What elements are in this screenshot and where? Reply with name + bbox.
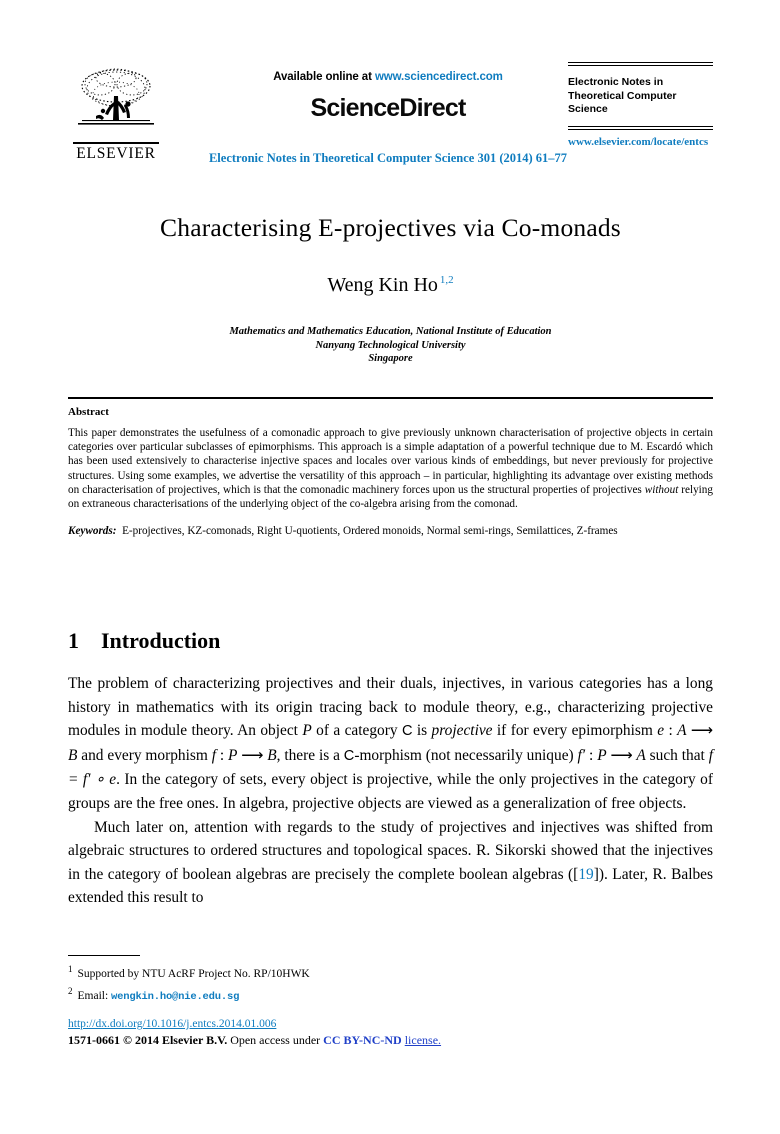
abstract-text: This paper demonstrates the usefulness o… xyxy=(68,426,713,511)
body-content: The problem of characterizing projective… xyxy=(68,672,713,910)
section-number: 1 xyxy=(68,628,79,653)
footnote-2: 2 Email: wengkin.ho@nie.edu.sg xyxy=(68,983,713,1006)
math-A-1: A xyxy=(677,722,687,740)
open-access-label: Open access under xyxy=(230,1033,321,1047)
section-title: Introduction xyxy=(101,628,221,653)
math-A-2: A xyxy=(636,746,646,764)
abstract-section: Abstract This paper demonstrates the use… xyxy=(68,406,713,538)
elsevier-logo: ELSEVIER xyxy=(68,64,164,163)
masthead-bottom-rule xyxy=(568,125,713,131)
keywords-value: E-projectives, KZ-comonads, Right U-quot… xyxy=(122,525,618,538)
journal-reference[interactable]: Electronic Notes in Theoretical Computer… xyxy=(178,151,598,166)
math-P-1: P xyxy=(302,722,312,740)
math-B-2: B xyxy=(267,746,277,764)
footnotes-block: 1 Supported by NTU AcRF Project No. RP/10… xyxy=(68,961,713,1006)
paragraph-1: The problem of characterizing projective… xyxy=(68,672,713,816)
footnote-2-label: Email: xyxy=(77,989,109,1002)
author-email-link[interactable]: wengkin.ho@nie.edu.sg xyxy=(111,991,239,1003)
math-P-3: P xyxy=(597,746,607,764)
p1-colon-3: : xyxy=(585,746,598,764)
masthead: ELSEVIER Available online at www.science… xyxy=(68,62,713,182)
copyright-line: 1571-0661 © 2014 Elsevier B.V. Open acce… xyxy=(68,1033,713,1048)
abstract-heading: Abstract xyxy=(68,406,109,418)
page-footer: http://dx.doi.org/10.1016/j.entcs.2014.0… xyxy=(68,1018,713,1048)
available-online-line: Available online at www.sciencedirect.co… xyxy=(178,71,598,83)
sciencedirect-wordmark: ScienceDirect xyxy=(310,94,467,122)
abstract-text-emphasis: without xyxy=(644,483,679,496)
math-arrow-3: ⟶ xyxy=(606,746,637,764)
elsevier-logo-rule xyxy=(73,142,159,144)
author-footnote-marks[interactable]: 1,2 xyxy=(440,274,454,286)
emph-projective: projective xyxy=(431,722,493,740)
math-C-2: C xyxy=(343,747,355,764)
elsevier-locate-url-link[interactable]: www.elsevier.com/locate/entcs xyxy=(568,136,713,148)
footnote-divider xyxy=(68,955,140,957)
paper-page: ELSEVIER Available online at www.science… xyxy=(0,0,780,1134)
affiliation-line-1: Mathematics and Mathematics Education, N… xyxy=(229,326,552,337)
footnote-1-marker: 1 xyxy=(68,964,73,974)
page-title: Characterising E-projectives via Co-mona… xyxy=(160,213,621,242)
math-arrow-1: ⟶ xyxy=(686,722,713,740)
p1-seg-c: is xyxy=(412,722,432,740)
available-online-label: Available online at xyxy=(273,71,375,83)
footnote-2-marker: 2 xyxy=(68,985,73,996)
p1-seg-h: -morphism (not necessarily unique) xyxy=(354,746,578,764)
masthead-right: Electronic Notes in Theoretical Computer… xyxy=(568,62,713,148)
author-name: Weng Kin Ho xyxy=(327,274,438,296)
elsevier-wordmark: ELSEVIER xyxy=(76,144,156,162)
math-P-2: P xyxy=(228,746,238,764)
abstract-text-part-1: This paper demonstrates the usefulness o… xyxy=(68,427,713,496)
keywords-label: Keywords: xyxy=(68,525,117,538)
section-heading-introduction: 1 Introduction xyxy=(68,628,220,654)
issn-copyright-text: 1571-0661 © 2014 Elsevier B.V. xyxy=(68,1033,228,1047)
elsevier-tree-icon xyxy=(78,68,154,125)
affiliation-line-3: Singapore xyxy=(368,353,413,364)
paragraph-2: Much later on, attention with regards to… xyxy=(68,816,713,910)
sciencedirect-url-link[interactable]: www.sciencedirect.com xyxy=(375,71,503,83)
p1-seg-g: , there is a xyxy=(276,746,344,764)
author-name-line: Weng Kin Ho 1,2 xyxy=(68,274,713,297)
footnote-1: 1 Supported by NTU AcRF Project No. RP/10… xyxy=(68,961,713,983)
journal-title: Electronic Notes in Theoretical Computer… xyxy=(568,76,677,116)
p1-colon-2: : xyxy=(215,746,228,764)
keywords-line: Keywords: E-projectives, KZ-comonads, Ri… xyxy=(68,524,713,538)
math-C-1: C xyxy=(401,723,413,740)
footnote-1-text: Supported by NTU AcRF Project No. RP/10H… xyxy=(77,967,310,980)
doi-url-link[interactable]: http://dx.doi.org/10.1016/j.entcs.2014.0… xyxy=(68,1018,713,1030)
masthead-top-rule xyxy=(568,62,713,67)
masthead-center: Available online at www.sciencedirect.co… xyxy=(178,62,598,166)
p1-seg-j: . In the category of sets, every object … xyxy=(68,771,713,812)
p1-seg-i: such that xyxy=(645,746,709,764)
p1-seg-b: of a category xyxy=(311,722,402,740)
affiliation-line-2: Nanyang Technological University xyxy=(315,339,466,351)
p1-seg-d: if for every epimorphism xyxy=(492,722,658,740)
license-word-link[interactable]: license. xyxy=(405,1033,441,1047)
math-arrow-2: ⟶ xyxy=(237,746,268,764)
citation-link-19[interactable]: 19 xyxy=(578,866,593,883)
cc-license-link[interactable]: CC BY-NC-ND xyxy=(323,1033,402,1047)
math-B-1: B xyxy=(68,746,78,764)
abstract-divider xyxy=(68,397,713,399)
affiliation-block: Mathematics and Mathematics Education, N… xyxy=(68,325,713,366)
p1-colon-1: : xyxy=(664,722,678,740)
p1-seg-f: and every morphism xyxy=(77,746,212,764)
